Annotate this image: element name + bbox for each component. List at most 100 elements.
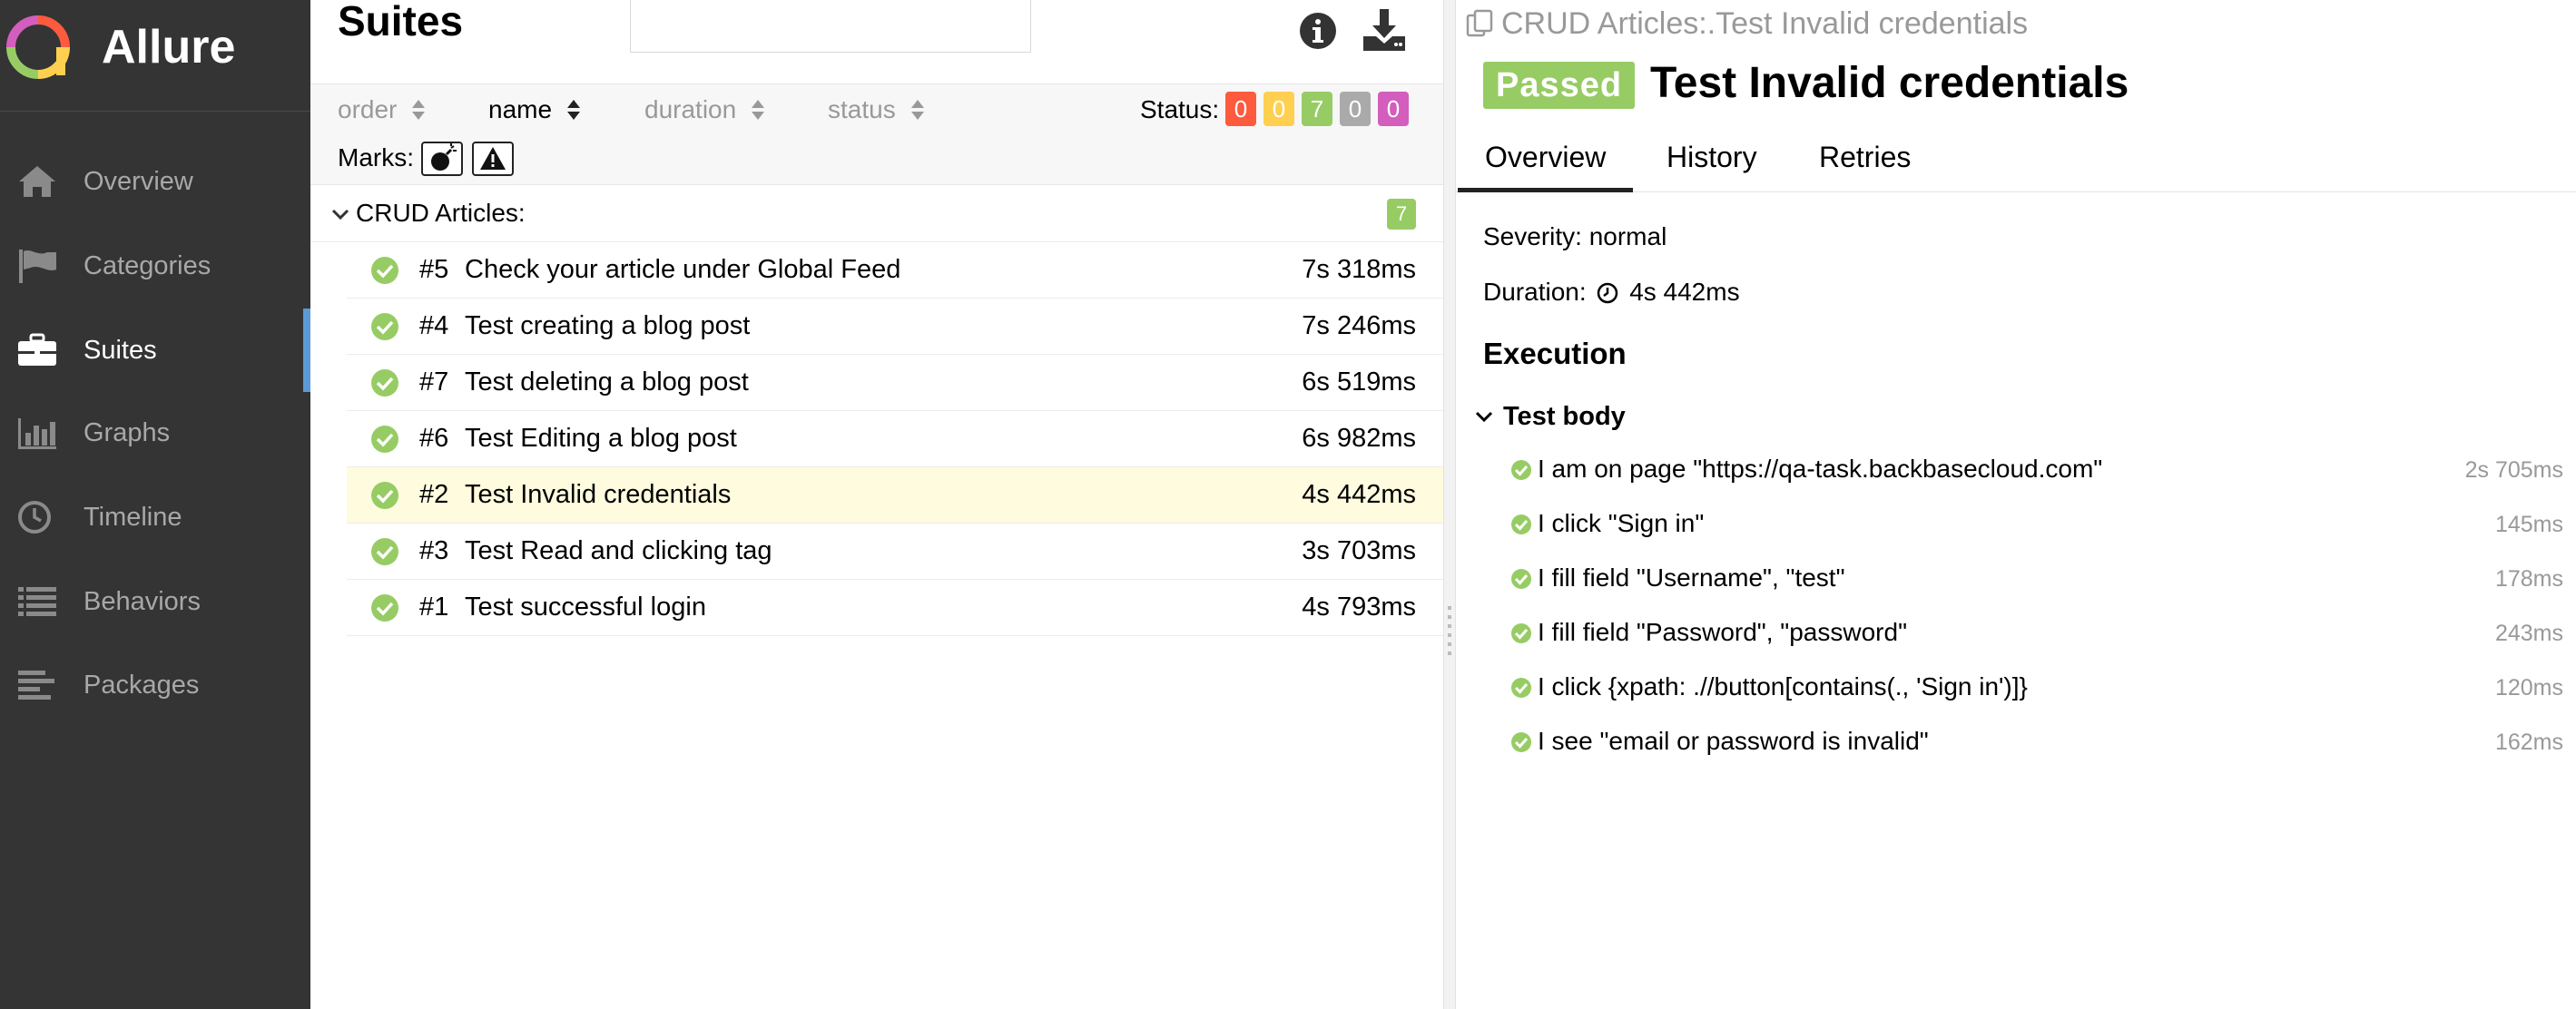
copy-icon — [1466, 9, 1493, 37]
test-duration: 7s 318ms — [1302, 255, 1416, 284]
tab-retries[interactable]: Retries — [1792, 134, 1938, 192]
tab-overview[interactable]: Overview — [1458, 134, 1634, 192]
test-row[interactable]: #4 Test creating a blog post 7s 246ms — [347, 299, 1443, 355]
status-badge: Passed — [1483, 62, 1636, 109]
status-filter-unknown[interactable]: 0 — [1378, 92, 1409, 126]
sort-label: name — [488, 95, 553, 123]
test-name: Test successful login — [465, 593, 706, 622]
status-filter-skipped[interactable]: 0 — [1340, 92, 1371, 126]
sidebar-item-label: Graphs — [84, 418, 171, 447]
flaky-mark-button[interactable] — [421, 142, 463, 176]
allure-logo-icon — [6, 15, 70, 79]
suite-group-row[interactable]: CRUD Articles: 7 — [310, 186, 1443, 242]
sort-label: duration — [644, 95, 737, 123]
status-filter-broken[interactable]: 0 — [1263, 92, 1294, 126]
brand[interactable]: Allure — [0, 0, 310, 112]
step-text: I am on page "https://qa-task.backbasecl… — [1538, 455, 2103, 483]
step-duration: 145ms — [2494, 512, 2563, 537]
sidebar-item-packages[interactable]: Packages — [0, 643, 310, 727]
step-duration: 120ms — [2494, 675, 2563, 700]
drag-handle-icon — [1448, 606, 1451, 655]
sort-icon — [567, 100, 581, 120]
test-detail-pane: CRUD Articles:.Test Invalid credentials … — [1456, 0, 2576, 1009]
briefcase-icon — [18, 333, 56, 366]
download-icon[interactable] — [1362, 7, 1407, 53]
test-name: Test creating a blog post — [465, 311, 751, 340]
step-row[interactable]: I fill field "Username", "test" 178ms — [1510, 561, 2563, 597]
sidebar-item-timeline[interactable]: Timeline — [0, 475, 310, 559]
sort-icon — [752, 100, 765, 120]
list-icon — [18, 587, 56, 616]
sort-by-order[interactable]: order — [338, 94, 426, 125]
passed-check-icon — [1511, 678, 1531, 698]
sort-by-duration[interactable]: duration — [644, 94, 765, 125]
test-row[interactable]: #5 Check your article under Global Feed … — [347, 242, 1443, 299]
step-row[interactable]: I fill field "Password", "password" 243m… — [1510, 615, 2563, 651]
step-row[interactable]: I click "Sign in" 145ms — [1510, 506, 2563, 543]
status-filter-passed[interactable]: 7 — [1302, 92, 1332, 126]
test-row[interactable]: #3 Test Read and clicking tag 3s 703ms — [347, 524, 1443, 580]
marks-filter-label: Marks: — [338, 143, 414, 171]
tab-history[interactable]: History — [1639, 134, 1785, 192]
test-row[interactable]: #6 Test Editing a blog post 6s 982ms — [347, 411, 1443, 467]
detail-tabs: Overview History Retries — [1456, 134, 2576, 192]
new-failed-mark-button[interactable] — [472, 142, 514, 176]
passed-check-icon — [371, 257, 398, 284]
sidebar: Allure Overview Categories Suites Graphs… — [0, 0, 310, 1009]
sort-label: status — [828, 95, 896, 123]
test-row[interactable]: #7 Test deleting a blog post 6s 519ms — [347, 355, 1443, 411]
suite-group-name: CRUD Articles: — [356, 199, 526, 227]
test-number: #7 — [419, 367, 449, 397]
chevron-down-icon — [331, 209, 349, 220]
step-row[interactable]: I am on page "https://qa-task.backbasecl… — [1510, 452, 2563, 488]
search-input[interactable] — [630, 0, 1031, 53]
sidebar-item-graphs[interactable]: Graphs — [0, 391, 310, 475]
clock-icon — [1598, 282, 1618, 304]
sidebar-item-suites[interactable]: Suites — [0, 309, 310, 392]
sort-icon — [412, 100, 426, 120]
test-name: Check your article under Global Feed — [465, 255, 901, 284]
sidebar-item-label: Timeline — [84, 503, 182, 532]
test-number: #4 — [419, 311, 449, 340]
test-duration: 4s 793ms — [1302, 593, 1416, 622]
test-duration: 4s 442ms — [1302, 480, 1416, 509]
sidebar-item-behaviors[interactable]: Behaviors — [0, 560, 310, 643]
test-row-selected[interactable]: #2 Test Invalid credentials 4s 442ms — [347, 467, 1443, 524]
test-row[interactable]: #1 Test successful login 4s 793ms — [347, 580, 1443, 636]
test-number: #2 — [419, 480, 449, 509]
bomb-icon — [431, 143, 457, 171]
sort-by-name[interactable]: name — [488, 94, 581, 125]
pane-splitter[interactable] — [1443, 0, 1456, 1009]
passed-check-icon — [371, 482, 398, 509]
duration-value: 4s 442ms — [1629, 278, 1740, 306]
step-row[interactable]: I click {xpath: .//button[contains(., 'S… — [1510, 670, 2563, 706]
test-number: #6 — [419, 424, 449, 453]
test-body-toggle[interactable]: Test body — [1474, 400, 1626, 433]
test-number: #3 — [419, 536, 449, 565]
step-row[interactable]: I see "email or password is invalid" 162… — [1510, 724, 2563, 760]
info-icon[interactable] — [1298, 11, 1338, 51]
test-number: #5 — [419, 255, 449, 284]
passed-check-icon — [1511, 732, 1531, 752]
status-filter-failed[interactable]: 0 — [1225, 92, 1256, 126]
test-name: Test Editing a blog post — [465, 424, 737, 453]
home-icon — [19, 166, 55, 197]
test-name: Test deleting a blog post — [465, 367, 749, 397]
test-duration: 6s 982ms — [1302, 424, 1416, 453]
test-name: Test Invalid credentials — [465, 480, 732, 509]
sidebar-item-label: Behaviors — [84, 587, 201, 616]
step-duration: 243ms — [2494, 621, 2563, 646]
sidebar-item-categories[interactable]: Categories — [0, 224, 310, 308]
warning-icon — [480, 147, 506, 170]
flag-icon — [19, 250, 56, 283]
breadcrumb[interactable]: CRUD Articles:.Test Invalid credentials — [1465, 5, 2028, 42]
execution-heading: Execution — [1483, 337, 1627, 370]
step-duration: 2s 705ms — [2464, 457, 2563, 483]
passed-check-icon — [1511, 569, 1531, 589]
test-duration: 7s 246ms — [1302, 311, 1416, 340]
step-text: I fill field "Username", "test" — [1538, 563, 1845, 592]
sidebar-item-overview[interactable]: Overview — [0, 140, 310, 223]
severity: Severity: normal — [1483, 222, 1667, 250]
step-text: I click {xpath: .//button[contains(., 'S… — [1538, 672, 2028, 700]
sort-by-status[interactable]: status — [828, 94, 925, 125]
